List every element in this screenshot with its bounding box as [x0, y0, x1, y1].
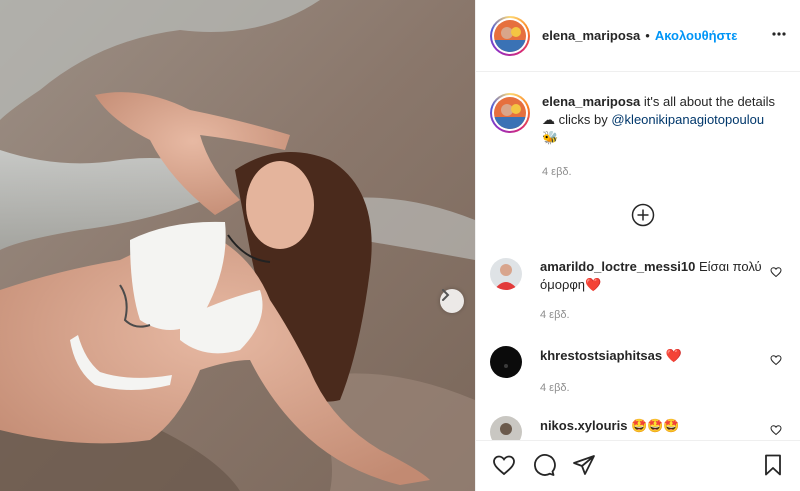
chevron-right-icon — [442, 289, 450, 301]
paper-plane-icon — [573, 455, 595, 475]
post-actions-bar — [476, 440, 800, 491]
heart-icon — [770, 267, 782, 278]
author-username[interactable]: elena_mariposa — [542, 28, 640, 43]
load-more-comments-button[interactable] — [631, 203, 655, 227]
caption-avatar[interactable] — [490, 93, 530, 133]
like-button[interactable] — [492, 453, 516, 477]
comment-item: nikos.xylouris 🤩🤩🤩 — [490, 416, 790, 440]
caption-username[interactable]: elena_mariposa — [542, 94, 640, 109]
avatar-image — [494, 19, 526, 52]
comment-time[interactable]: 4 εβδ. — [540, 379, 764, 397]
post-caption: elena_mariposa it's all about the detail… — [490, 93, 790, 181]
caption-time[interactable]: 4 εβδ. — [542, 163, 782, 181]
heart-icon — [493, 455, 515, 476]
comment-like-button[interactable] — [770, 423, 782, 436]
commenter-avatar[interactable] — [490, 258, 522, 290]
avatar-image — [490, 346, 522, 378]
post-photo[interactable] — [0, 0, 475, 491]
photo-illustration — [0, 0, 475, 491]
more-horizontal-icon — [772, 32, 786, 36]
header-separator: • — [645, 28, 650, 43]
comment-icon — [534, 454, 556, 476]
avatar-image — [490, 416, 522, 440]
post-side-panel: elena_mariposa • Ακολουθήστε elena_marip… — [475, 0, 800, 491]
comment-text: ❤️ — [665, 348, 682, 363]
caption-emoji: 🐝 — [542, 130, 559, 145]
comment-username[interactable]: nikos.xylouris — [540, 418, 627, 433]
avatar-image — [490, 258, 522, 290]
comment-time[interactable]: 4 εβδ. — [540, 306, 764, 324]
bookmark-icon — [765, 454, 781, 476]
save-button[interactable] — [761, 453, 785, 477]
caption-text-block: elena_mariposa it's all about the detail… — [542, 93, 782, 181]
comment-text: 🤩🤩🤩 — [631, 418, 680, 433]
comment-item: amarildo_loctre_messi10 Είσαι πολύ όμορφ… — [490, 258, 790, 324]
follow-button[interactable]: Ακολουθήστε — [655, 28, 738, 43]
share-button[interactable] — [572, 453, 596, 477]
more-options-button[interactable] — [771, 26, 787, 42]
commenter-avatar[interactable] — [490, 416, 522, 440]
heart-icon — [770, 355, 782, 366]
author-avatar[interactable] — [490, 15, 530, 56]
instagram-post: elena_mariposa • Ακολουθήστε elena_marip… — [0, 0, 800, 491]
avatar-image — [494, 97, 526, 129]
comment-body: amarildo_loctre_messi10 Είσαι πολύ όμορφ… — [540, 258, 764, 324]
commenter-avatar[interactable] — [490, 346, 522, 378]
comment-item: khrestostsiaphitsas ❤️ 4 εβδ. — [490, 346, 790, 397]
comment-button[interactable] — [532, 453, 556, 477]
post-header: elena_mariposa • Ακολουθήστε — [476, 0, 800, 72]
next-photo-button[interactable] — [440, 289, 464, 313]
comment-body: khrestostsiaphitsas ❤️ 4 εβδ. — [540, 346, 764, 397]
caption-mention[interactable]: @kleonikipanagiotopoulou — [611, 112, 764, 127]
comment-username[interactable]: amarildo_loctre_messi10 — [540, 259, 695, 274]
comment-username[interactable]: khrestostsiaphitsas — [540, 348, 662, 363]
plus-circle-icon — [631, 203, 655, 227]
comment-like-button[interactable] — [770, 265, 782, 278]
comment-body: nikos.xylouris 🤩🤩🤩 — [540, 416, 764, 440]
comment-like-button[interactable] — [770, 353, 782, 366]
heart-icon — [770, 425, 782, 436]
